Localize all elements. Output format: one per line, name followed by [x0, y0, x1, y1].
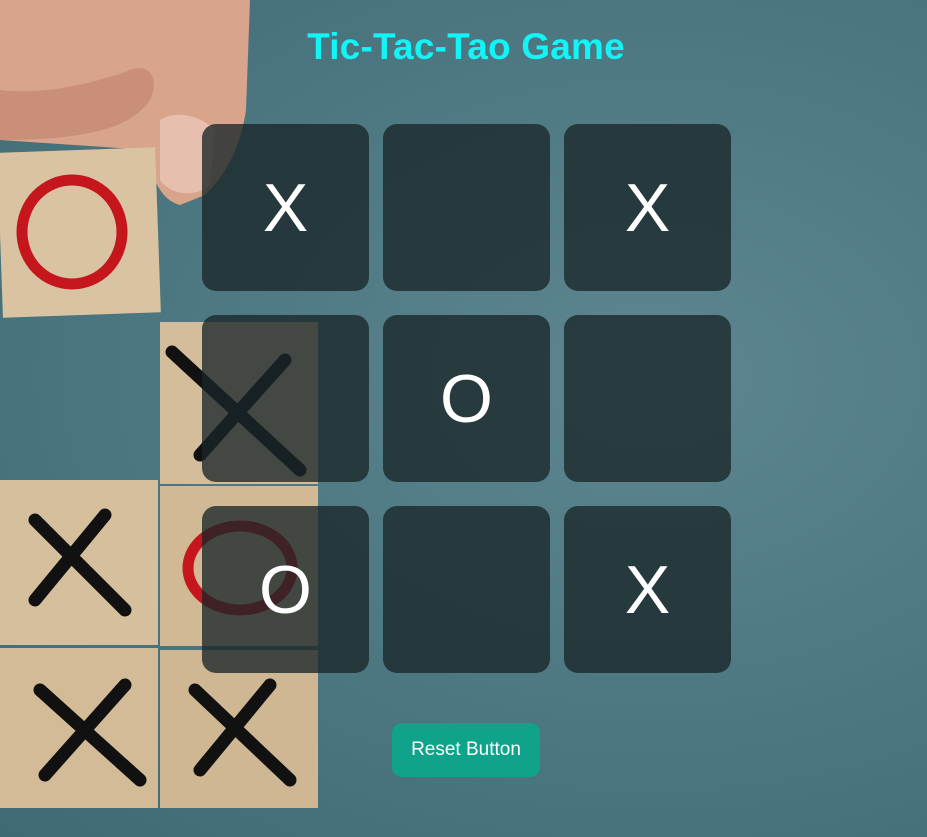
- held-o-tile: [0, 147, 161, 318]
- board-cell-9[interactable]: X: [564, 506, 731, 673]
- reset-button[interactable]: Reset Button: [392, 723, 540, 777]
- board-cell-2[interactable]: [383, 124, 550, 291]
- board-cell-1[interactable]: X: [202, 124, 369, 291]
- board-cell-5[interactable]: O: [383, 315, 550, 482]
- board-cell-6[interactable]: [564, 315, 731, 482]
- board-cell-4[interactable]: [202, 315, 369, 482]
- page-title: Tic-Tac-Tao Game: [307, 26, 625, 67]
- game-board: X X O O X: [202, 124, 731, 673]
- board-cell-7[interactable]: O: [202, 506, 369, 673]
- board-cell-3[interactable]: X: [564, 124, 731, 291]
- board-cell-8[interactable]: [383, 506, 550, 673]
